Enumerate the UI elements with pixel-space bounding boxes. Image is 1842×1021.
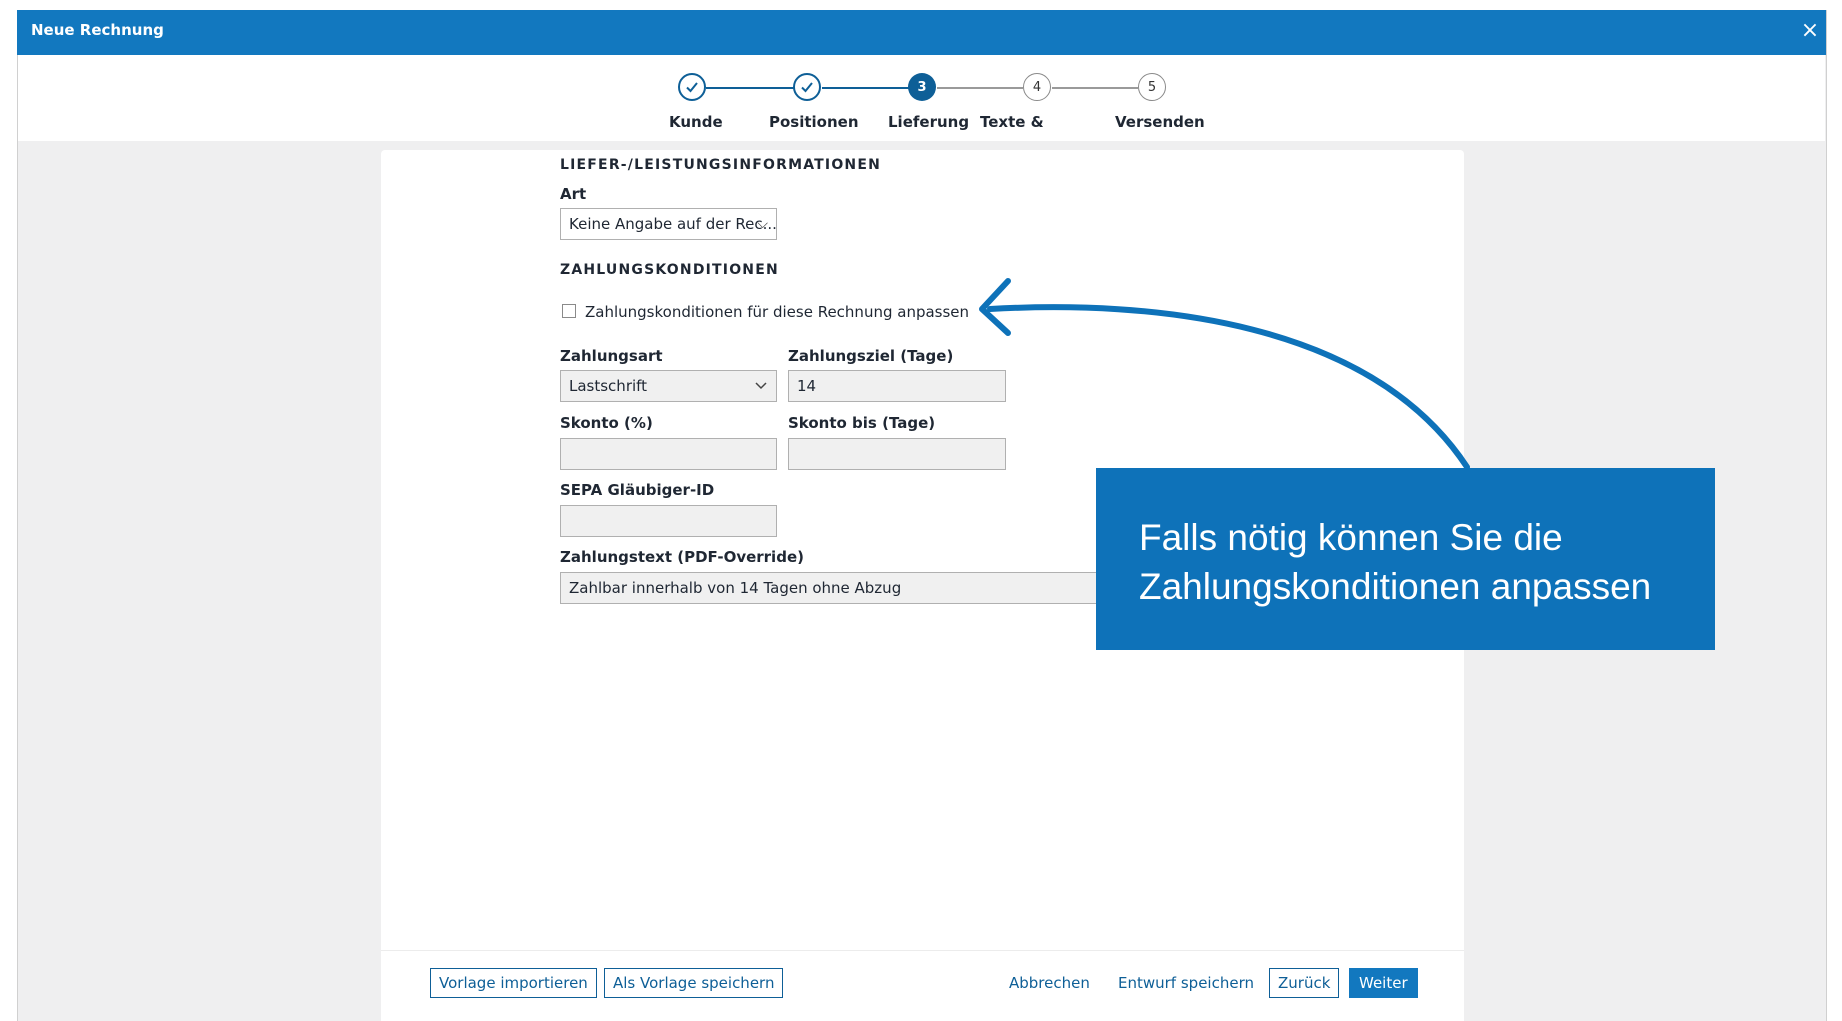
- close-icon[interactable]: ×: [1796, 17, 1824, 45]
- step-label-positionen: Positionen: [769, 113, 859, 131]
- zahlungsart-label: Zahlungsart: [560, 347, 663, 365]
- chevron-down-icon: [754, 372, 768, 401]
- stepper-connector: [706, 87, 802, 89]
- check-icon: [686, 82, 698, 93]
- save-draft-button[interactable]: Entwurf speichern: [1118, 968, 1254, 998]
- next-button[interactable]: Weiter: [1349, 968, 1418, 998]
- art-select[interactable]: Keine Angabe auf der Rec... ⌵: [560, 208, 777, 240]
- stepper-connector: [1052, 87, 1138, 89]
- payment-section-title: ZAHLUNGSKONDITIONEN: [560, 262, 779, 278]
- stepper-connector: [937, 87, 1023, 89]
- zahlungsziel-input[interactable]: 14: [788, 370, 1006, 402]
- cancel-button[interactable]: Abbrechen: [1009, 968, 1090, 998]
- import-template-button[interactable]: Vorlage importieren: [430, 968, 597, 998]
- step-label-versenden: Versenden: [1115, 113, 1205, 131]
- step-label-kunde: Kunde: [669, 113, 723, 131]
- zahlungstext-input[interactable]: Zahlbar innerhalb von 14 Tagen ohne Abzu…: [560, 572, 1100, 604]
- dialog-title: Neue Rechnung: [31, 21, 164, 39]
- skonto-bis-label: Skonto bis (Tage): [788, 414, 936, 432]
- step-versenden-circle[interactable]: 5: [1138, 73, 1166, 101]
- customize-payment-checkbox[interactable]: [562, 304, 576, 318]
- chevron-down-icon: ⌵: [757, 216, 768, 232]
- skonto-input[interactable]: [560, 438, 777, 470]
- zahlungsart-value: Lastschrift: [569, 377, 648, 395]
- callout-line-2: Zahlungskonditionen anpassen: [1139, 566, 1652, 607]
- sepa-label: SEPA Gläubiger-ID: [560, 481, 715, 499]
- step-texte-circle[interactable]: 4: [1023, 73, 1051, 101]
- callout-line-1: Falls nötig können Sie die: [1139, 517, 1563, 558]
- customize-payment-label[interactable]: Zahlungskonditionen für diese Rechnung a…: [585, 303, 969, 321]
- art-label: Art: [560, 185, 587, 203]
- tutorial-callout: Falls nötig können Sie die Zahlungskondi…: [1096, 468, 1715, 650]
- back-button[interactable]: Zurück: [1269, 968, 1340, 998]
- step-label-lieferung: Lieferung: [888, 113, 970, 131]
- stepper-connector: [822, 87, 918, 89]
- step-lieferung-circle[interactable]: 3: [908, 73, 936, 101]
- dialog-titlebar: [17, 10, 1826, 55]
- check-icon: [801, 82, 813, 93]
- zahlungsziel-label: Zahlungsziel (Tage): [788, 347, 954, 365]
- skonto-label: Skonto (%): [560, 414, 653, 432]
- art-value: Keine Angabe auf der Rec...: [569, 215, 777, 233]
- save-template-button[interactable]: Als Vorlage speichern: [604, 968, 784, 998]
- delivery-section-title: LIEFER-/LEISTUNGSINFORMATIONEN: [560, 157, 882, 173]
- zahlungstext-label: Zahlungstext (PDF-Override): [560, 548, 804, 566]
- step-label-texte: Texte &: [980, 113, 1044, 131]
- zahlungsart-select[interactable]: Lastschrift: [560, 370, 777, 402]
- sepa-input[interactable]: [560, 505, 777, 537]
- step-positionen-check-icon[interactable]: [793, 73, 821, 101]
- step-kunde-check-icon[interactable]: [678, 73, 706, 101]
- skonto-bis-input[interactable]: [788, 438, 1006, 470]
